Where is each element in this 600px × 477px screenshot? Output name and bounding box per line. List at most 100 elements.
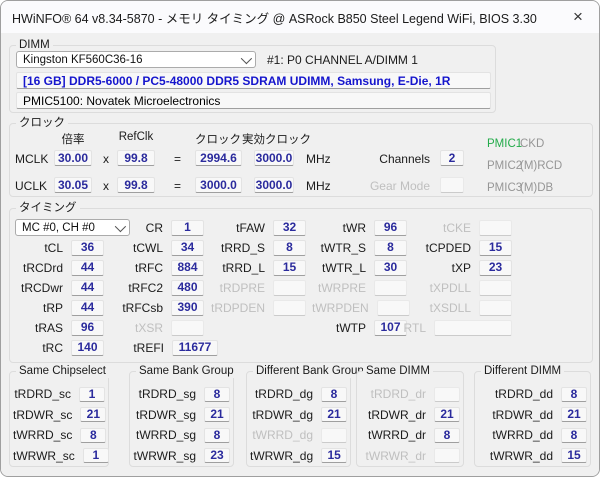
timing-label-tFAW: tFAW bbox=[210, 221, 265, 235]
timing-field-tXSDLL bbox=[479, 300, 512, 316]
window-body: DIMM Kingston KF560C36-16 #1: P0 CHANNEL… bbox=[1, 33, 599, 476]
timing-column-4: tWR96tWTR_S8tWTR_L30tWRPREtWRPDENtWTP107 bbox=[312, 218, 407, 358]
timing-label-CR: CR bbox=[110, 221, 163, 235]
timing-field-tRP: 44 bbox=[71, 300, 104, 316]
group-different-dimm: Different DIMMtRDRD_dd8tRDWR_dd21tWRRD_d… bbox=[474, 371, 591, 467]
timing-label-tCKE: tCKE bbox=[397, 221, 471, 235]
timing-field-tWRWR_sg: 23 bbox=[204, 448, 230, 463]
dimm-group: DIMM Kingston KF560C36-16 #1: P0 CHANNEL… bbox=[9, 45, 496, 113]
close-icon: × bbox=[573, 7, 583, 27]
header-refclk: RefClk bbox=[109, 131, 163, 143]
timing-label-tWRWR_sc: tWRWR_sc bbox=[13, 449, 75, 463]
timing-label-tRC: tRC bbox=[14, 341, 63, 355]
timing-field-tWRWR_sc: 1 bbox=[83, 448, 109, 463]
title-bar: HWiNFO® 64 v8.34-5870 - メモリ タイミング @ ASRo… bbox=[1, 1, 599, 33]
timing-label-tRDPRE: tRDPRE bbox=[210, 281, 265, 295]
timing-field-tCL: 36 bbox=[71, 240, 104, 256]
pmic2-name: PMIC2 bbox=[487, 160, 522, 172]
timing-label-tRFCsb: tRFCsb bbox=[110, 301, 163, 315]
multiply-symbol: x bbox=[103, 152, 109, 166]
uclk-clock-field: 3000.0 bbox=[195, 177, 242, 193]
timing-field-tRFC2: 480 bbox=[171, 280, 204, 296]
timing-label-tRRD_S: tRRD_S bbox=[210, 241, 265, 255]
timing-label-tCL: tCL bbox=[14, 241, 63, 255]
timing-field-tRDRD_sc: 1 bbox=[79, 387, 105, 402]
header-clock: クロック bbox=[187, 131, 249, 147]
mclk-clock-field: 2994.6 bbox=[195, 150, 242, 166]
timing-field-tXP: 23 bbox=[479, 260, 512, 276]
timing-label-tRDWR_sg: tRDWR_sg bbox=[133, 408, 196, 422]
timing-field-tRRD_S: 8 bbox=[273, 240, 306, 256]
timing-field-tRCDrd: 44 bbox=[71, 260, 104, 276]
timing-label-tRRD_L: tRRD_L bbox=[210, 261, 265, 275]
timing-field-tRDRD_dr bbox=[434, 387, 460, 402]
timing-field-tRAS: 96 bbox=[71, 320, 104, 336]
timing-label-tRDPDEN: tRDPDEN bbox=[210, 301, 265, 315]
timing-field-tRDPDEN bbox=[273, 300, 306, 316]
timing-label-tRAS: tRAS bbox=[14, 321, 63, 335]
timing-field-tXPDLL bbox=[479, 280, 512, 296]
group-title: Same Bank Group bbox=[136, 364, 237, 378]
gear-mode-field bbox=[440, 177, 464, 193]
timing-group: タイミング MC #0, CH #0 tCL36tRCDrd44tRCDwr44… bbox=[9, 208, 593, 363]
timing-field-tRFC: 884 bbox=[171, 260, 204, 276]
uclk-ratio-field: 30.05 bbox=[54, 177, 92, 193]
group-same-dimm: Same DIMMtRDRD_drtRDWR_dr21tWRRD_dr8tWRW… bbox=[356, 371, 464, 467]
uclk-label: UCLK bbox=[15, 179, 47, 193]
timing-label-tWRWR_sg: tWRWR_sg bbox=[133, 449, 196, 463]
header-ratio: 倍率 bbox=[46, 131, 100, 147]
timing-column-1: tCL36tRCDrd44tRCDwr44tRP44tRAS96tRC140 bbox=[14, 218, 104, 358]
timing-label-tREFI: tREFI bbox=[110, 341, 164, 355]
timing-label-tWTR_S: tWTR_S bbox=[312, 241, 366, 255]
timing-label-tCPDED: tCPDED bbox=[397, 241, 471, 255]
dimm-slot-label: #1: P0 CHANNEL A/DIMM 1 bbox=[267, 53, 418, 67]
timing-field-tFAW: 32 bbox=[273, 220, 306, 236]
timing-label-tXPDLL: tXPDLL bbox=[397, 281, 471, 295]
timing-label-tWRPRE: tWRPRE bbox=[312, 281, 366, 295]
close-button[interactable]: × bbox=[565, 5, 591, 29]
timing-field-tRDRD_dd: 8 bbox=[561, 387, 587, 402]
group-same-bank-group: Same Bank GrouptRDRD_sg8tRDWR_sg21tWRRD_… bbox=[129, 371, 234, 467]
group-same-chipselect: Same ChipselecttRDRD_sc1tRDWR_sc21tWRRD_… bbox=[9, 371, 109, 467]
uclk-unit: MHz bbox=[306, 179, 331, 193]
timing-column-5: tCKEtCPDED15tXP23tXPDLLtXSDLLRTL bbox=[397, 218, 512, 358]
timing-label-tRCDrd: tRCDrd bbox=[14, 261, 63, 275]
timing-label-tWTP: tWTP bbox=[312, 321, 366, 335]
timing-field-tRDWR_sg: 21 bbox=[204, 407, 230, 422]
timing-column-3: tFAW32tRRD_S8tRRD_L15tRDPREtRDPDEN bbox=[210, 218, 306, 358]
timing-field-tRDRD_dg: 8 bbox=[321, 387, 347, 402]
pmic-info-bar: PMIC5100: Novatek Microelectronics bbox=[16, 92, 491, 109]
timing-label-RTL: RTL bbox=[397, 321, 426, 335]
group-title: Different Bank Group bbox=[253, 364, 367, 378]
timing-label-tXSDLL: tXSDLL bbox=[397, 301, 471, 315]
chevron-down-icon bbox=[241, 52, 252, 63]
timing-label-tWRWR_dg: tWRWR_dg bbox=[250, 449, 313, 463]
group-title: Same Chipselect bbox=[16, 364, 109, 378]
timing-label-tRDWR_sc: tRDWR_sc bbox=[13, 408, 72, 422]
timing-label-tRDRD_dr: tRDRD_dr bbox=[360, 387, 426, 401]
clock-group-label: クロック bbox=[16, 116, 68, 130]
pmic3-name: PMIC3 bbox=[487, 182, 522, 194]
timing-field-tWRWR_dg: 15 bbox=[321, 448, 347, 463]
timing-field-tWRRD_dd: 8 bbox=[561, 428, 587, 443]
channels-field: 2 bbox=[440, 150, 464, 166]
timing-field-tWRRD_sg: 8 bbox=[204, 428, 230, 443]
pmic3-value: (M)DB bbox=[520, 182, 553, 194]
dimm-select[interactable]: Kingston KF560C36-16 bbox=[16, 51, 256, 68]
gear-mode-label: Gear Mode bbox=[348, 179, 430, 193]
timing-field-tRDWR_sc: 21 bbox=[80, 407, 106, 422]
timing-field-tRFCsb: 390 bbox=[171, 300, 204, 316]
timing-label-tWRWR_dd: tWRWR_dd bbox=[478, 449, 553, 463]
timing-label-tWR: tWR bbox=[312, 221, 366, 235]
timing-label-tWRWR_dr: tWRWR_dr bbox=[360, 449, 426, 463]
header-effective-clock: 実効クロック bbox=[242, 131, 306, 147]
timing-field-tRDWR_dd: 21 bbox=[561, 407, 587, 422]
timing-field-tCWL: 34 bbox=[171, 240, 204, 256]
equals-symbol: = bbox=[174, 179, 181, 193]
timing-field-RTL bbox=[434, 320, 512, 336]
pmic1-value: CKD bbox=[520, 138, 544, 150]
dimm-select-value: Kingston KF560C36-16 bbox=[23, 54, 237, 66]
timing-label-tRDRD_sg: tRDRD_sg bbox=[133, 387, 196, 401]
timing-label-tCWL: tCWL bbox=[110, 241, 163, 255]
mclk-effective-field: 3000.0 bbox=[254, 150, 294, 166]
